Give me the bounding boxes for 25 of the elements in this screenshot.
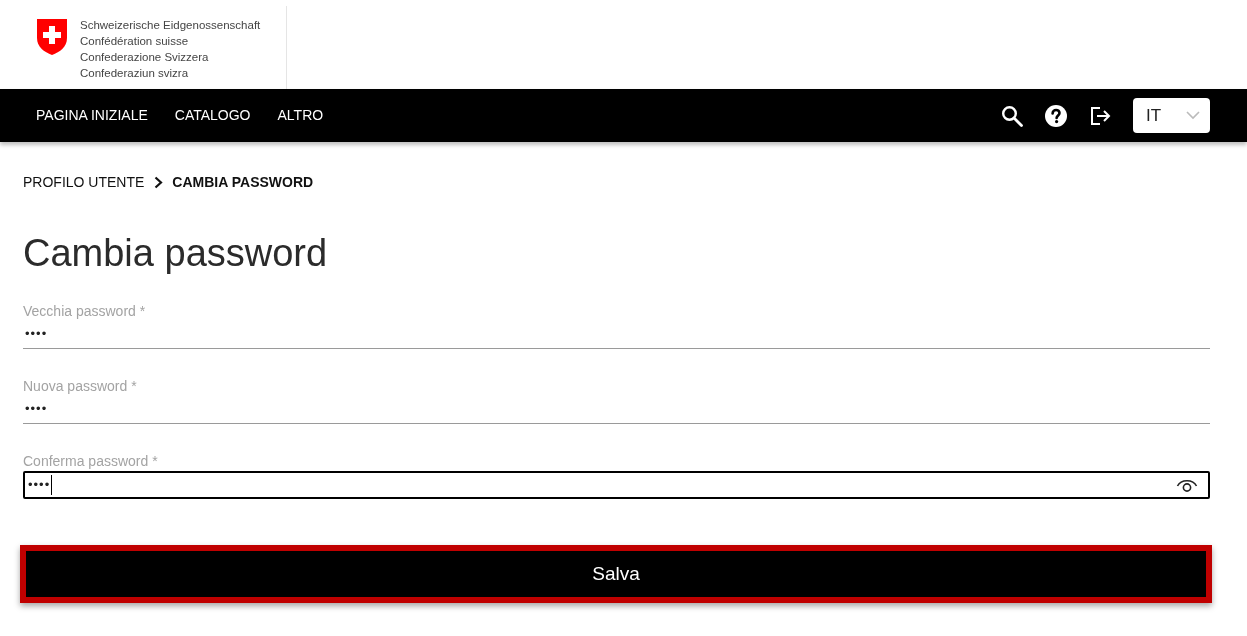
nav-link[interactable]: PAGINA INIZIALE xyxy=(36,105,148,126)
page-title: Cambia password xyxy=(23,231,328,276)
save-button[interactable]: Salva xyxy=(20,545,1212,603)
logo-text: Confederazione Svizzera xyxy=(80,50,209,65)
language-select[interactable]: IT xyxy=(1133,98,1210,133)
password-field[interactable]: •••• xyxy=(23,471,1210,499)
logo-text: Confédération suisse xyxy=(80,34,189,49)
logo-text: Confederaziun svizra xyxy=(80,66,189,81)
chevron-down-icon xyxy=(1186,111,1200,120)
logout-icon[interactable] xyxy=(1089,104,1111,127)
nav-link[interactable]: ALTRO xyxy=(277,105,324,126)
nav-link[interactable]: CATALOGO xyxy=(174,105,251,126)
swiss-shield-icon[interactable] xyxy=(36,18,68,56)
password-field[interactable]: •••• xyxy=(23,395,1210,424)
password-field[interactable]: •••• xyxy=(23,320,1210,349)
field-label: Nuova password * xyxy=(23,377,137,395)
search-icon[interactable] xyxy=(1001,104,1023,127)
breadcrumb-link[interactable]: PROFILO UTENTE xyxy=(23,172,145,192)
field-label: Vecchia password * xyxy=(23,302,146,320)
show-password-icon[interactable] xyxy=(1176,478,1198,492)
field-label: Conferma password * xyxy=(23,452,158,470)
help-icon[interactable] xyxy=(1045,104,1067,127)
breadcrumb-current: CAMBIA PASSWORD xyxy=(172,173,314,192)
logo-text: Schweizerische Eidgenossenschaft xyxy=(80,18,261,33)
chevron-right-icon xyxy=(154,175,164,189)
